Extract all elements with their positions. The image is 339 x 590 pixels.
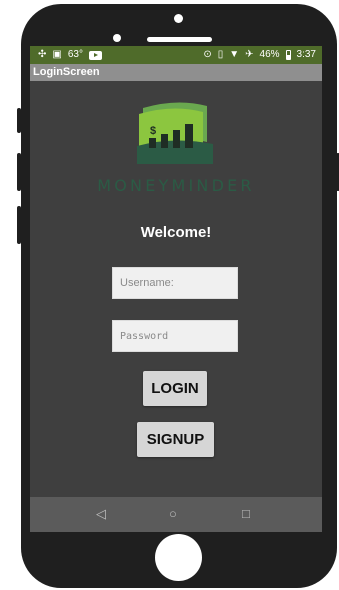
sync-icon: ⊙ [203, 49, 212, 60]
app-bar: LoginScreen [30, 64, 322, 81]
status-bar-left: ✣ ▣ 63° [38, 48, 102, 62]
sensor-dot [174, 14, 183, 23]
logo-bar-4 [185, 124, 193, 148]
brand-name: MONEYMINDER [97, 176, 255, 195]
logo-dollar-sign: $ [150, 125, 156, 137]
phone-home-button [155, 534, 202, 581]
back-icon[interactable]: ◁ [96, 507, 106, 521]
home-icon[interactable]: ○ [169, 507, 177, 521]
vibrate-icon: ▯ [217, 49, 224, 60]
logo-bar-2 [161, 134, 168, 148]
temperature: 63° [67, 49, 83, 60]
battery-percent: 46% [259, 49, 280, 60]
front-camera [113, 34, 121, 42]
username-input[interactable] [112, 267, 238, 299]
recent-apps-icon[interactable]: □ [242, 507, 250, 521]
logo-bar-1 [149, 138, 156, 148]
youtube-icon [88, 50, 102, 60]
clock: 3:37 [296, 49, 316, 60]
airplane-icon: ✈ [245, 49, 254, 60]
status-bar: ✣ ▣ 63° ⊙ ▯ ▼ ✈ 46% 3:37 [30, 46, 322, 64]
earpiece-speaker [147, 37, 212, 42]
logo-bar-3 [173, 130, 180, 148]
wifi-icon: ▼ [229, 49, 240, 60]
status-bar-right: ⊙ ▯ ▼ ✈ 46% 3:37 [203, 48, 316, 62]
password-input[interactable] [112, 320, 238, 352]
device-screen: ✣ ▣ 63° ⊙ ▯ ▼ ✈ 46% 3:37 LoginScreen $ M… [30, 46, 322, 532]
fan-icon: ✣ [38, 49, 47, 60]
image-icon: ▣ [52, 49, 62, 60]
money-minder-logo: $ [137, 102, 213, 164]
signup-button[interactable]: SIGNUP [137, 422, 214, 457]
page-title: LoginScreen [33, 66, 100, 78]
login-button[interactable]: LOGIN [143, 371, 207, 406]
navigation-bar: ◁ ○ □ [30, 497, 322, 532]
battery-icon [285, 50, 291, 60]
welcome-heading: Welcome! [140, 224, 212, 241]
